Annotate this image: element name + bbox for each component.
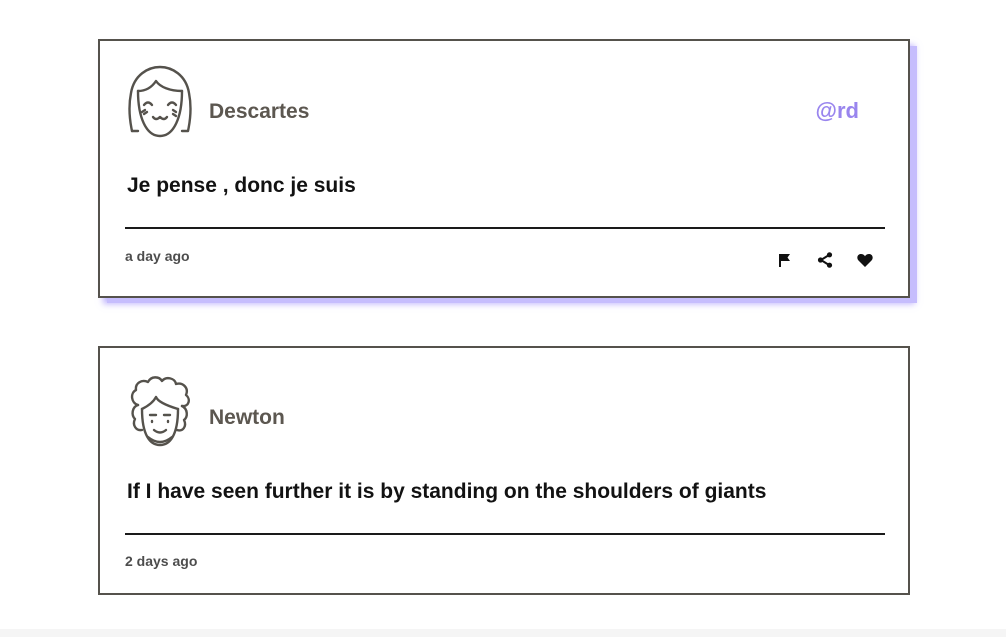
tweet-card: Descartes @rd Je pense , donc je suis a … (98, 39, 910, 298)
author-name[interactable]: Descartes (209, 100, 309, 124)
tweet-card: Newton If I have seen further it is by s… (98, 346, 910, 595)
heart-icon[interactable] (856, 251, 874, 269)
tweet-text: If I have seen further it is by standing… (127, 480, 767, 503)
divider (125, 227, 885, 229)
timestamp: 2 days ago (125, 553, 198, 569)
author-handle[interactable]: @rd (816, 98, 859, 124)
timestamp: a day ago (125, 248, 190, 264)
tweet-text: Je pense , donc je suis (127, 174, 356, 197)
girl-face-avatar-icon (128, 65, 192, 138)
share-icon[interactable] (816, 251, 834, 269)
divider (125, 533, 885, 535)
tweet-actions (776, 251, 874, 269)
curly-hair-face-avatar-icon (130, 376, 190, 447)
flag-icon[interactable] (776, 251, 794, 269)
page-footer-strip (0, 629, 1006, 637)
author-name[interactable]: Newton (209, 406, 285, 430)
